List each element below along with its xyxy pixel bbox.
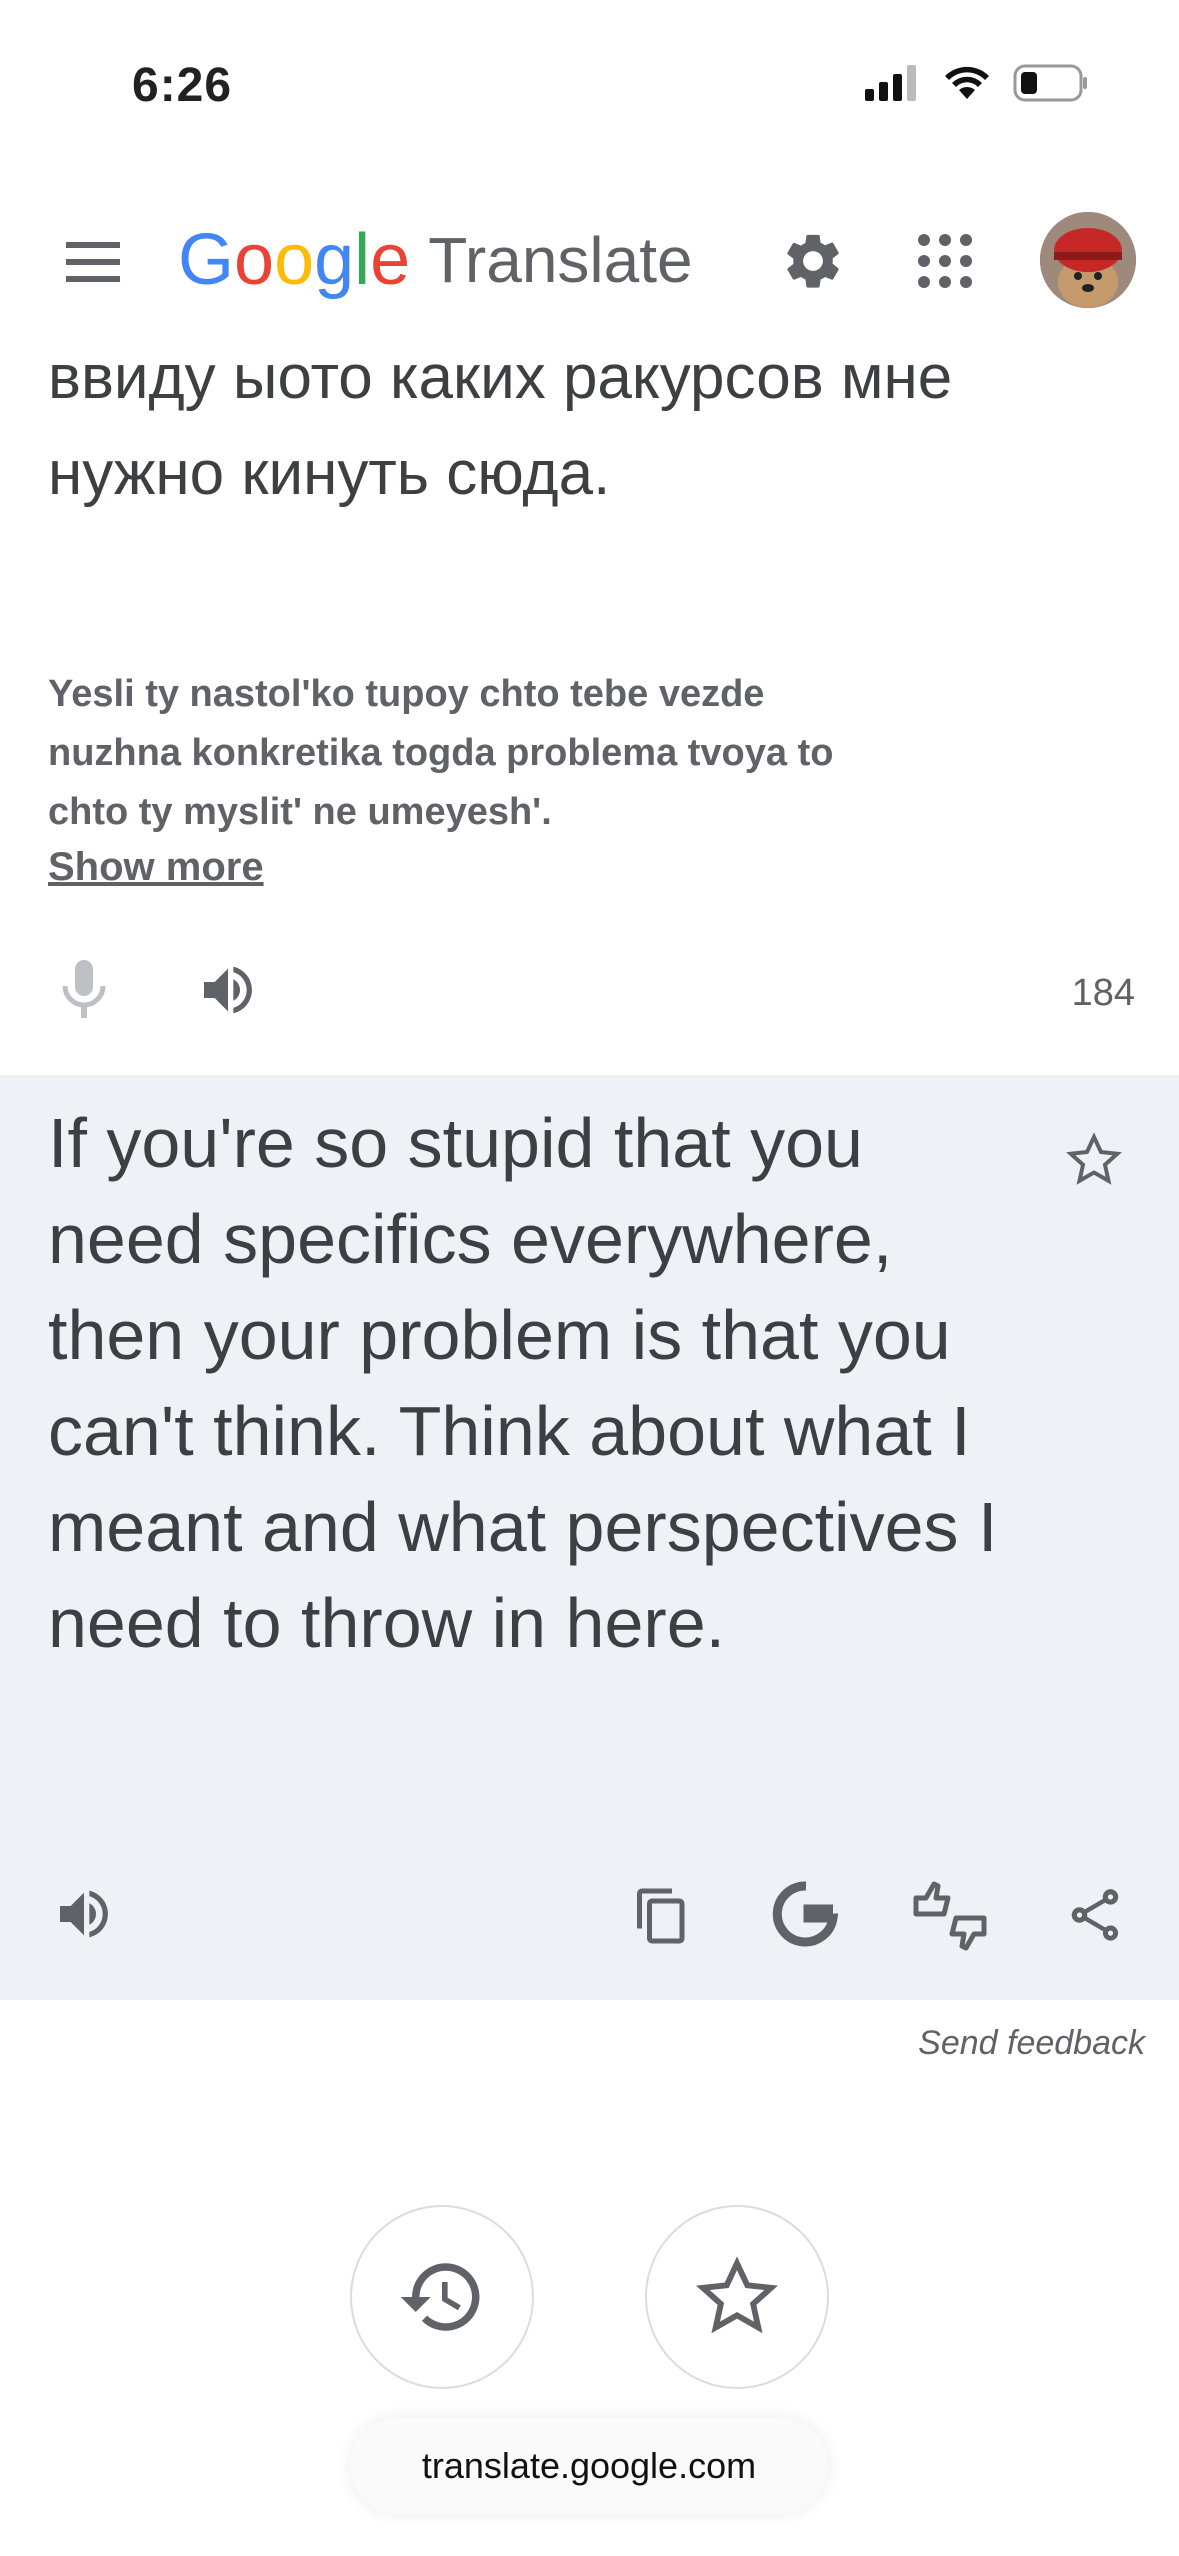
logo-letter-4: g — [314, 220, 355, 300]
source-transliteration: Yesli ty nastol'ko tupoy chto tebe vezde… — [48, 673, 834, 833]
wifi-icon — [945, 66, 989, 99]
gear-icon[interactable] — [780, 228, 846, 294]
character-count: 184 — [1071, 972, 1135, 1014]
source-text[interactable]: ввиду ыото каких ракурсов мне нужно кину… — [48, 330, 1048, 522]
apps-grid-icon[interactable] — [916, 232, 974, 290]
translation-panel: If you're so stupid that you need specif… — [0, 1075, 1179, 2000]
copy-icon[interactable] — [632, 1884, 692, 1948]
star-icon — [696, 2256, 778, 2334]
battery-icon — [1013, 64, 1087, 102]
logo-letter-1: G — [178, 220, 235, 300]
source-speaker-icon[interactable] — [196, 958, 260, 1022]
logo-letter-2: o — [234, 220, 275, 300]
share-icon[interactable] — [1064, 1882, 1126, 1948]
avatar[interactable] — [1040, 212, 1136, 308]
saved-button[interactable] — [645, 2205, 829, 2389]
history-button[interactable] — [350, 2205, 534, 2389]
feedback-icon[interactable] — [912, 1880, 988, 1952]
status-icons — [865, 64, 1089, 102]
logo-word: Translate — [428, 224, 693, 296]
history-icon — [400, 2263, 480, 2331]
google-g-icon[interactable] — [772, 1880, 840, 1948]
signal-icon — [865, 65, 916, 101]
translation-text: If you're so stupid that you need specif… — [48, 1104, 998, 1662]
browser-url-bar[interactable]: translate.google.com — [350, 2418, 828, 2514]
status-time: 6:26 — [132, 59, 233, 112]
translation-speaker-icon[interactable] — [52, 1882, 116, 1946]
microphone-icon[interactable] — [58, 958, 110, 1022]
menu-icon[interactable] — [62, 236, 124, 288]
logo-letter-3: o — [274, 220, 315, 300]
logo-letter-6: e — [370, 220, 411, 300]
google-translate-logo[interactable]: Google Translate — [178, 220, 693, 300]
save-translation-star-icon[interactable] — [1064, 1130, 1124, 1190]
show-more-link[interactable]: Show more — [48, 845, 264, 890]
logo-letter-5: l — [354, 220, 371, 300]
send-feedback-link[interactable]: Send feedback — [918, 2024, 1145, 2063]
